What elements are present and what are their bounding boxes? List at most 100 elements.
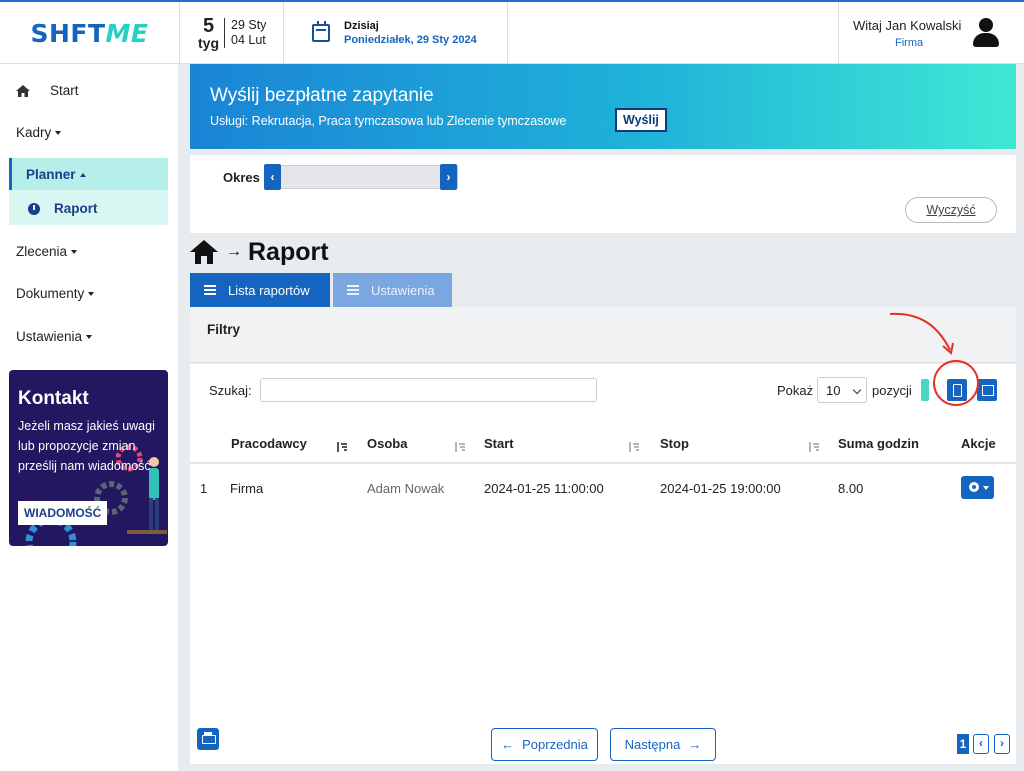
row-employer: Firma (230, 481, 264, 496)
add-button[interactable] (921, 379, 929, 401)
page-title: → Raport (190, 236, 329, 268)
user-avatar-icon[interactable] (970, 17, 1002, 49)
home-icon (16, 84, 30, 97)
previous-page-label: Poprzednia (522, 737, 588, 752)
filters-title: Filtry (207, 322, 241, 337)
column-header-akcje: Akcje (961, 436, 996, 451)
page-prev-button[interactable]: ‹ (973, 734, 989, 754)
banner-subtitle: Usługi: Rekrutacja, Praca tymczasowa lub… (210, 114, 567, 128)
week-indicator: 5 tyg 29 Sty 04 Lut (180, 2, 284, 64)
sidebar-item-kadry-label: Kadry (16, 125, 52, 140)
column-header-suma-godzin[interactable]: Suma godzin (838, 436, 919, 451)
sidebar: Start Kadry Planner Raport Zlecenia Doku… (0, 64, 178, 771)
row-start: 2024-01-25 11:00:00 (484, 481, 604, 496)
row-actions-button[interactable] (961, 476, 994, 499)
report-table-panel: Szukaj: Pokaż 10 pozycji Pracodawcy Osob… (190, 360, 1016, 764)
contact-card: Kontakt Jeżeli masz jakieś uwagi lub pro… (9, 370, 168, 546)
sidebar-item-ustawienia-label: Ustawienia (16, 329, 83, 344)
page-size-select[interactable]: 10 (817, 377, 867, 403)
column-visibility-button[interactable] (977, 379, 997, 401)
top-bar: SHFTME 5 tyg 29 Sty 04 Lut Dzisiaj Ponie… (0, 0, 1024, 64)
row-hours: 8.00 (838, 481, 864, 496)
message-button[interactable]: WIADOMOŚĆ (18, 501, 108, 525)
sidebar-item-zlecenia-label: Zlecenia (16, 244, 68, 259)
sidebar-item-start-label: Start (50, 83, 79, 98)
page-title-text: Raport (248, 237, 329, 266)
row-index: 1 (200, 481, 208, 496)
sidebar-item-ustawienia[interactable]: Ustawienia (16, 329, 93, 344)
previous-page-button[interactable]: ← Poprzednia (491, 728, 598, 761)
promo-banner: Wyślij bezpłatne zapytanie Usługi: Rekru… (190, 64, 1016, 149)
tab-report-list-label: Lista raportów (228, 282, 310, 298)
period-panel: Okres ‹ › Wyczyść (190, 155, 1016, 233)
period-label: Okres (223, 170, 260, 185)
app-logo[interactable]: SHFTME (0, 2, 180, 64)
week-separator (224, 18, 225, 48)
next-page-button[interactable]: Następna → (610, 728, 716, 761)
search-label: Szukaj: (209, 383, 252, 398)
contact-title: Kontakt (18, 388, 89, 409)
chevron-left-icon: ‹ (979, 736, 983, 750)
sidebar-item-planner[interactable]: Planner (9, 158, 168, 190)
today-label: Dzisiaj (344, 20, 379, 32)
chevron-left-icon: ‹ (270, 170, 275, 184)
column-header-osoba[interactable]: Osoba (367, 436, 407, 451)
caret-down-icon (86, 335, 93, 340)
send-inquiry-button[interactable]: Wyślij (615, 108, 667, 132)
column-header-stop[interactable]: Stop (660, 436, 689, 451)
calendar-icon (312, 21, 330, 42)
today-indicator: Dzisiaj Poniedziałek, 29 Sty 2024 (284, 2, 508, 64)
sidebar-item-planner-label: Planner (26, 167, 76, 182)
banner-title: Wyślij bezpłatne zapytanie (210, 85, 434, 106)
caret-down-icon (88, 292, 95, 297)
caret-down-icon (55, 131, 62, 136)
table-header: Pracodawcy Osoba Start Stop Suma godzin … (190, 426, 1016, 464)
period-prev-button[interactable]: ‹ (264, 164, 281, 190)
annotation-arrow (889, 312, 954, 355)
tab-report-list[interactable]: Lista raportów (190, 273, 330, 307)
caret-down-icon (983, 486, 989, 490)
chevron-down-icon (852, 385, 862, 395)
week-from: 29 Sty (231, 18, 267, 32)
sort-icon[interactable] (455, 442, 465, 452)
user-menu[interactable]: Witaj Jan Kowalski Firma (838, 2, 1024, 64)
print-button[interactable] (197, 728, 219, 750)
clock-icon (28, 202, 40, 215)
column-header-start[interactable]: Start (484, 436, 514, 451)
week-number: 5 (202, 15, 215, 37)
contact-text: Jeżeli masz jakieś uwagi lub propozycje … (18, 419, 155, 473)
entries-label: pozycji (872, 383, 912, 398)
page-next-button[interactable]: › (994, 734, 1010, 754)
home-icon[interactable] (190, 240, 218, 264)
chevron-right-icon: › (1000, 736, 1004, 750)
chevron-right-icon: › (446, 170, 451, 184)
sidebar-item-raport[interactable]: Raport (28, 201, 98, 216)
sidebar-item-dokumenty[interactable]: Dokumenty (16, 286, 95, 301)
logo-accent: ME (105, 18, 149, 48)
next-page-label: Następna (624, 737, 681, 752)
tab-settings[interactable]: Ustawienia (333, 273, 452, 307)
arrow-right-icon: → (688, 737, 702, 752)
sidebar-item-zlecenia[interactable]: Zlecenia (16, 244, 78, 259)
period-next-button[interactable]: › (440, 164, 457, 190)
sort-icon[interactable] (809, 442, 819, 452)
sidebar-item-start[interactable]: Start (16, 83, 79, 98)
arrow-left-icon: ← (501, 737, 515, 752)
user-company: Firma (895, 37, 924, 49)
column-header-pracodawcy[interactable]: Pracodawcy (231, 436, 307, 451)
week-unit: tyg (198, 35, 219, 51)
today-date: Poniedziałek, 29 Sty 2024 (344, 34, 477, 46)
sort-desc-icon[interactable] (337, 442, 347, 452)
period-range-bar[interactable] (264, 165, 458, 189)
sidebar-item-dokumenty-label: Dokumenty (16, 286, 85, 301)
clear-button[interactable]: Wyczyść (905, 197, 997, 223)
logo-main: SHFT (30, 18, 106, 48)
row-person[interactable]: Adam Nowak (367, 481, 444, 496)
current-page-number[interactable]: 1 (957, 734, 969, 754)
sort-icon[interactable] (629, 442, 639, 452)
sidebar-item-kadry[interactable]: Kadry (16, 125, 62, 140)
caret-up-icon (79, 173, 86, 178)
search-input[interactable] (260, 378, 597, 402)
list-icon (347, 285, 359, 295)
row-stop: 2024-01-25 19:00:00 (660, 481, 781, 496)
